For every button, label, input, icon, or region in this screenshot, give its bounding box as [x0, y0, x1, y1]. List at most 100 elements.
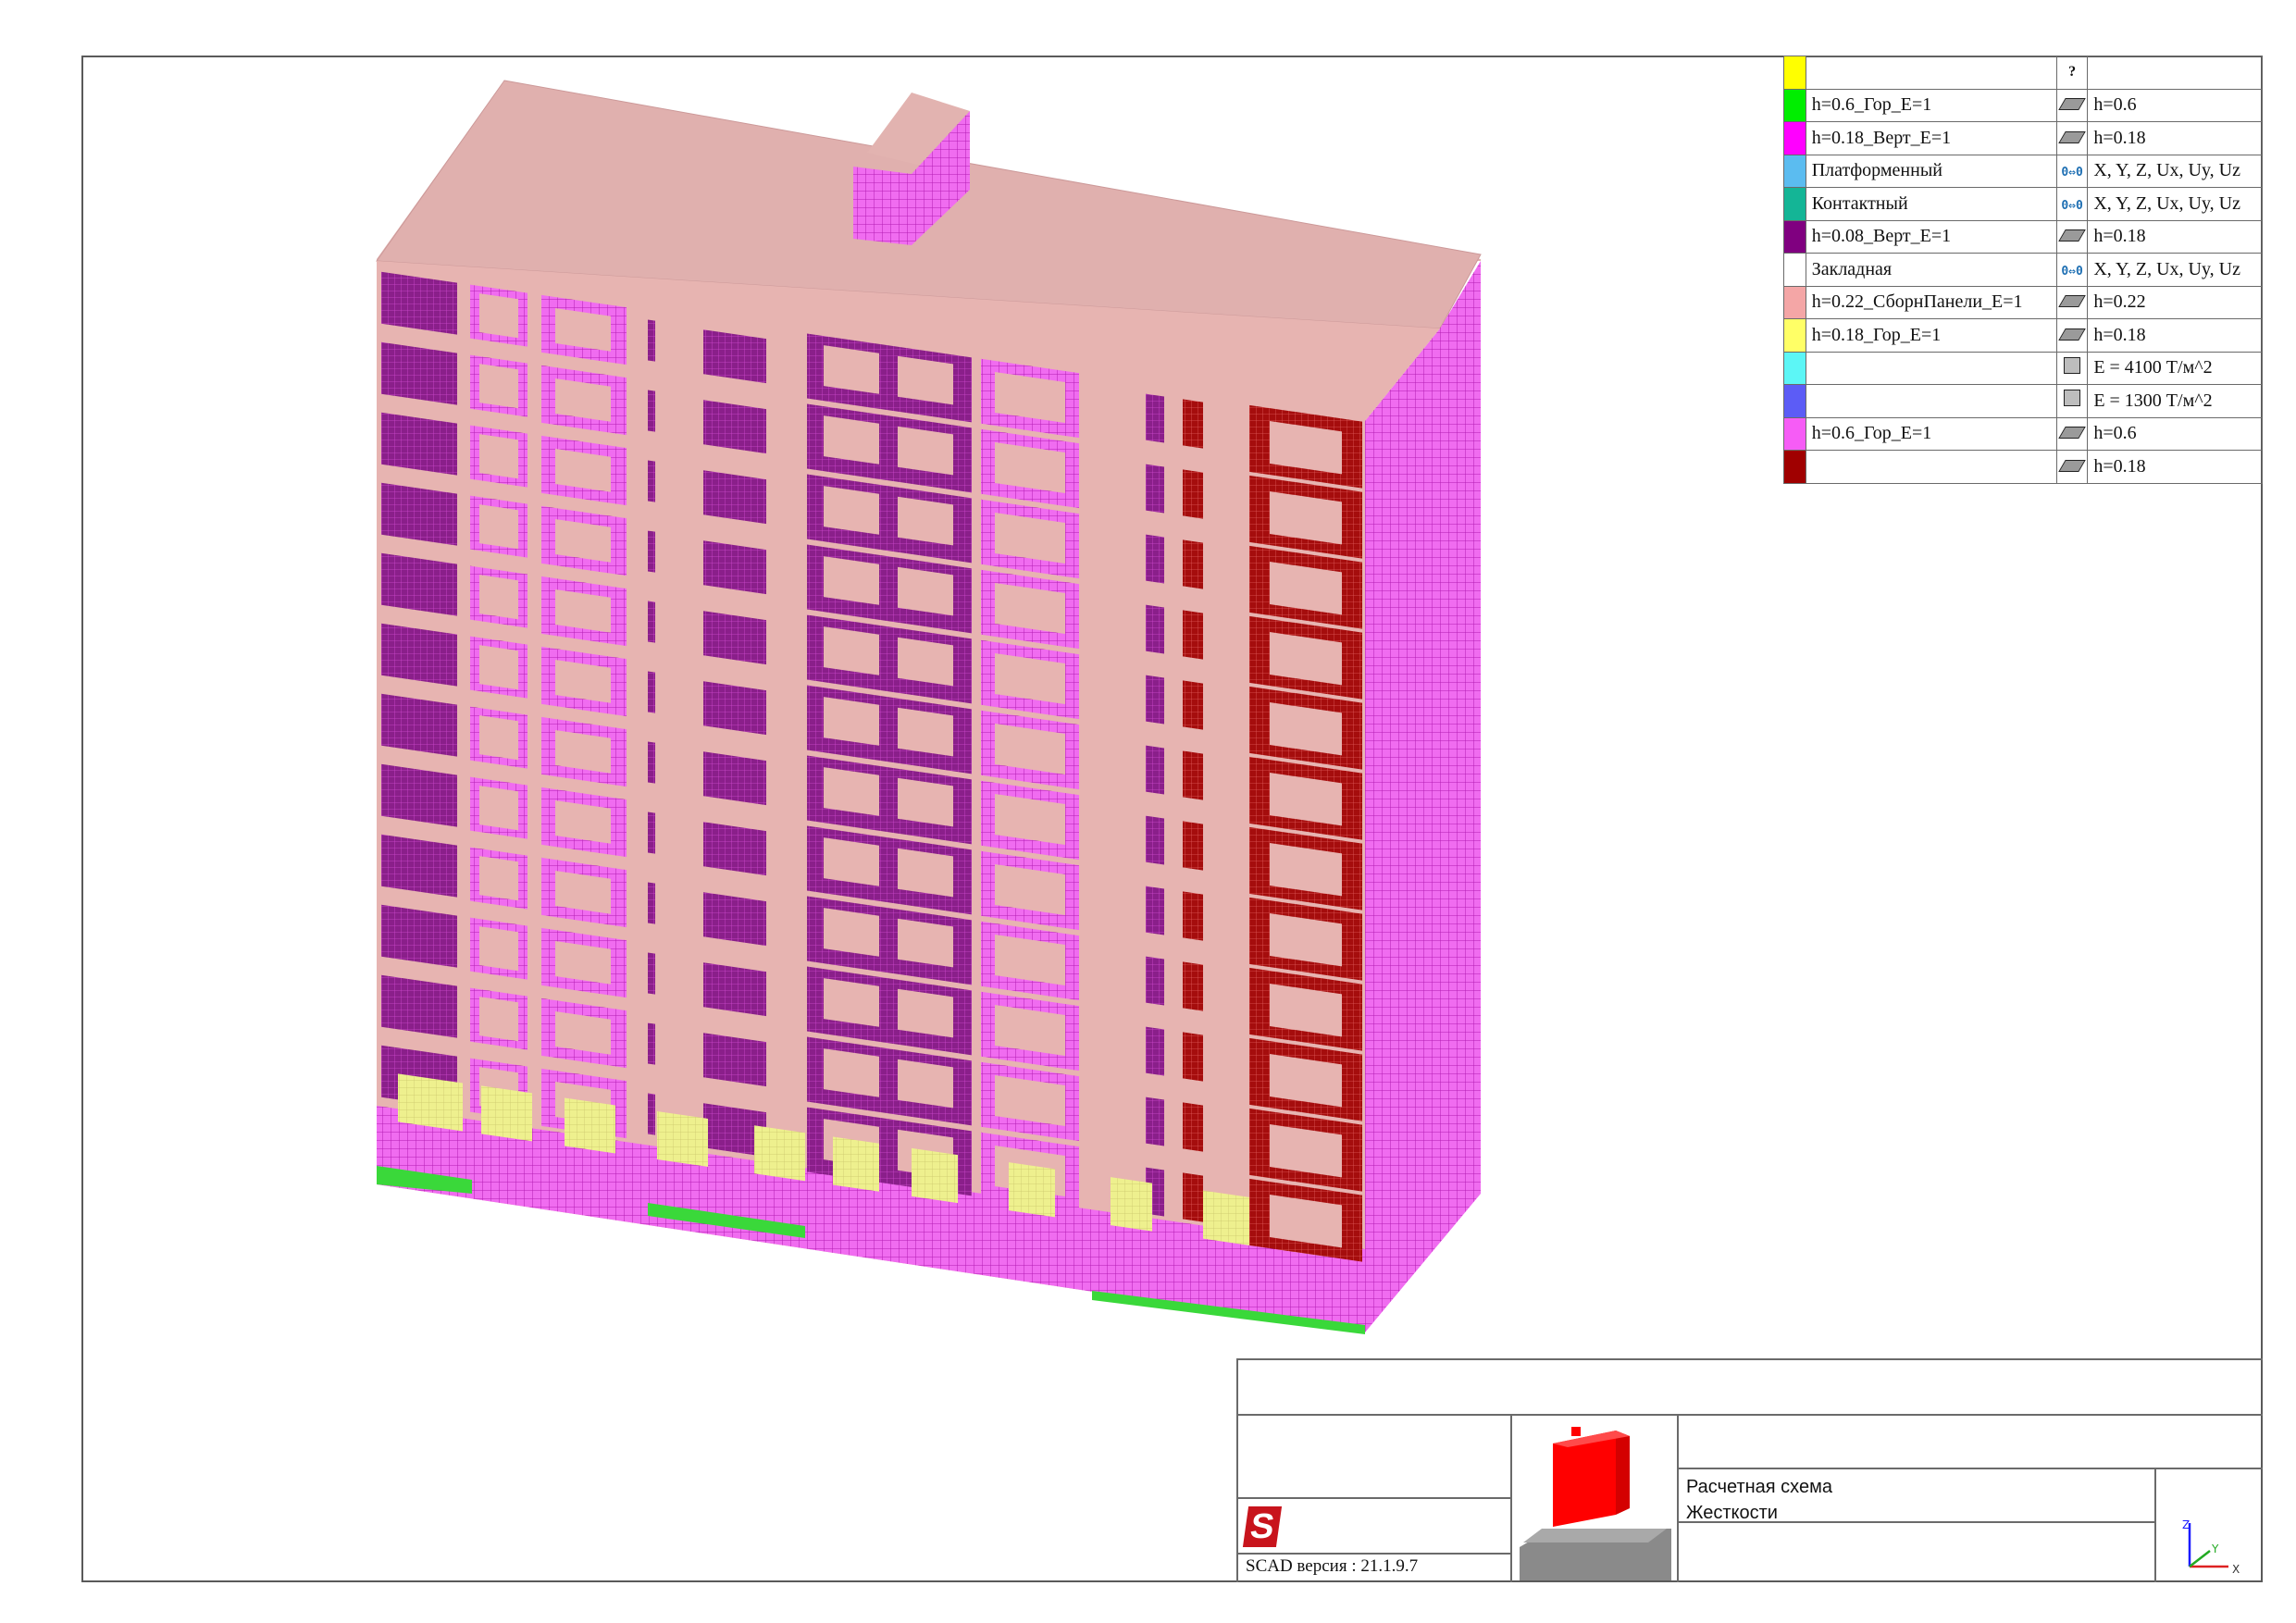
window-glass [479, 364, 518, 409]
central-window [824, 767, 879, 816]
axes-icon: Z Y X [2182, 1518, 2240, 1576]
window-glass [479, 504, 518, 550]
twin-strip [1183, 1102, 1203, 1152]
model-thumbnail [1520, 1427, 1671, 1580]
plate-icon [2055, 318, 2089, 353]
central-window [898, 566, 953, 616]
twin-strip [1146, 815, 1164, 865]
central-window [898, 426, 953, 476]
yellow-panel [1009, 1162, 1055, 1218]
twin-strip [1183, 891, 1203, 941]
window-glass [479, 786, 518, 831]
twin-strip [1146, 886, 1164, 935]
balcony-panel [381, 412, 457, 476]
window-glass [479, 645, 518, 690]
central-window [898, 988, 953, 1038]
legend-name: h=0.6_Гор_E=1 [1805, 416, 2057, 451]
twin-strip [1183, 821, 1203, 871]
legend-header-icon: ? [2055, 56, 2089, 90]
balcony-panel [381, 482, 457, 546]
legend-row: h=0.6_Гор_E=1 h=0.6 [1783, 416, 2263, 451]
twin-strip [1183, 610, 1203, 660]
solid-icon-glyph [2064, 356, 2081, 374]
twin-strip [1183, 961, 1203, 1011]
twin-strip [1183, 750, 1203, 800]
central-window [898, 918, 953, 968]
tb-col-line-2 [1677, 1414, 1679, 1582]
narrow-strip [648, 741, 655, 784]
legend-row: Платформенный 0⇔0 X, Y, Z, Ux, Uy, Uz [1783, 154, 2263, 188]
legend-row: h=0.18_Гор_E=1 h=0.18 [1783, 318, 2263, 353]
solid-icon [2055, 384, 2089, 418]
plate-icon-glyph [2058, 427, 2086, 440]
plate-icon [2055, 285, 2089, 319]
legend-name: h=0.08_Верт_E=1 [1805, 219, 2057, 254]
axis-z-label: Z [2182, 1518, 2190, 1531]
window-block [703, 822, 766, 876]
legend-swatch [1783, 351, 1806, 385]
central-window [824, 345, 879, 394]
legend-value: h=0.6 [2087, 416, 2263, 451]
solid-icon [2055, 351, 2089, 385]
twin-strip [1183, 1032, 1203, 1082]
legend-swatch [1783, 318, 1806, 353]
twin-strip [1183, 539, 1203, 589]
plate-icon-glyph [2058, 229, 2086, 242]
legend-row: h=0.18_Верт_E=1 h=0.18 [1783, 121, 2263, 155]
twin-strip [1146, 956, 1164, 1006]
central-window [898, 707, 953, 757]
link-icon-glyph: 0⇔0 [2061, 264, 2083, 279]
legend-value: h=0.18 [2087, 121, 2263, 155]
title-line-1: Расчетная схема [1686, 1477, 1832, 1497]
window-block [703, 892, 766, 947]
tb-col-line-1 [1510, 1414, 1512, 1582]
narrow-strip [648, 1093, 655, 1135]
legend-name: Закладная [1805, 253, 2057, 287]
twin-strip [1183, 399, 1203, 449]
window-glass [479, 856, 518, 901]
central-window [824, 908, 879, 957]
legend-name: Платформенный [1805, 154, 2057, 188]
plate-icon-glyph [2058, 459, 2086, 472]
balcony-panel [381, 904, 457, 968]
roof-shaft-front [853, 167, 912, 245]
narrow-strip [648, 1022, 655, 1065]
yellow-panel [565, 1097, 615, 1154]
legend-value: X, Y, Z, Ux, Uy, Uz [2087, 253, 2263, 287]
legend-header-row: ? [1783, 56, 2263, 90]
legend-row: Контактный 0⇔0 X, Y, Z, Ux, Uy, Uz [1783, 187, 2263, 221]
balcony-panel [381, 974, 457, 1038]
central-window [824, 415, 879, 465]
plate-icon-glyph [2058, 98, 2086, 111]
central-window [824, 697, 879, 746]
central-window [898, 848, 953, 898]
link-icon-glyph: 0⇔0 [2061, 166, 2083, 180]
scad-version-label: SCAD версия : 21.1.9.7 [1246, 1556, 1419, 1576]
window-glass [479, 715, 518, 761]
central-window [824, 1048, 879, 1097]
legend-value: X, Y, Z, Ux, Uy, Uz [2087, 154, 2263, 188]
twin-strip [1183, 469, 1203, 519]
twin-strip [1146, 464, 1164, 514]
window-glass [479, 575, 518, 620]
legend-swatch [1783, 253, 1806, 287]
tb-title-line-1 [1677, 1468, 2263, 1469]
narrow-strip [648, 460, 655, 502]
plate-icon [2055, 219, 2089, 254]
narrow-strip [648, 882, 655, 924]
twin-strip [1183, 680, 1203, 730]
legend-name: h=0.18_Гор_E=1 [1805, 318, 2057, 353]
legend-row: h=0.18 [1783, 450, 2263, 484]
central-window [824, 556, 879, 605]
narrow-strip [648, 390, 655, 432]
legend-row: E = 4100 Т/м^2 [1783, 351, 2263, 385]
central-window [898, 637, 953, 687]
yellow-panel [833, 1136, 879, 1192]
narrow-strip [648, 671, 655, 713]
legend-value: h=0.18 [2087, 219, 2263, 254]
legend-value: E = 1300 Т/м^2 [2087, 384, 2263, 418]
window-block [703, 329, 766, 384]
legend-name: h=0.18_Верт_E=1 [1805, 121, 2057, 155]
legend-header-swatch [1783, 56, 1806, 90]
legend-row: E = 1300 Т/м^2 [1783, 384, 2263, 418]
